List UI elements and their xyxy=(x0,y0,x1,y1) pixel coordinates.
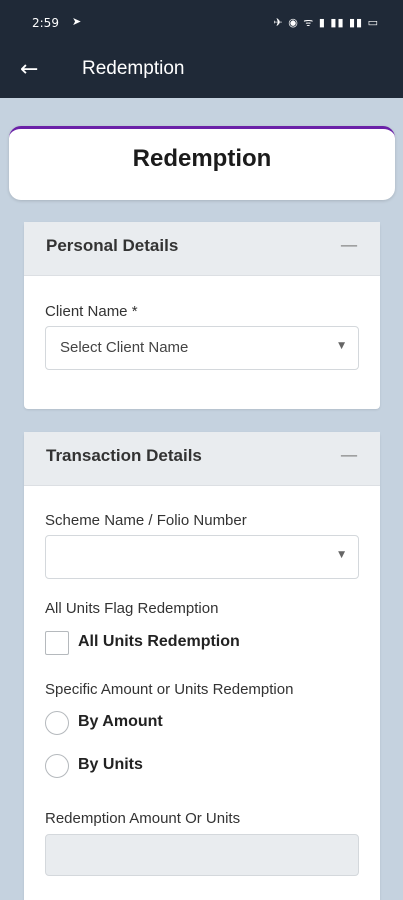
app-bar-title: Redemption xyxy=(82,58,185,79)
by-units-radio[interactable] xyxy=(45,754,69,778)
personal-details-card: Personal Details — Client Name * Select … xyxy=(24,222,380,409)
collapse-icon[interactable]: — xyxy=(340,445,358,466)
chevron-down-icon: ▼ xyxy=(338,550,345,560)
transaction-details-header[interactable]: Transaction Details — xyxy=(24,432,380,486)
by-amount-label[interactable]: By Amount xyxy=(78,713,163,731)
by-units-label[interactable]: By Units xyxy=(78,756,143,774)
page-title: Redemption xyxy=(132,145,272,172)
redemption-amount-input[interactable] xyxy=(45,834,359,876)
redemption-amount-label: Redemption Amount Or Units xyxy=(45,810,241,827)
all-units-checkbox[interactable] xyxy=(45,631,69,655)
collapse-icon[interactable]: — xyxy=(340,235,358,256)
status-icons: ✈ ◉ ᯤ ▮ ▮▮ ▮▮ ▭ xyxy=(273,16,379,29)
client-name-select-value: Select Client Name xyxy=(60,339,189,356)
specific-amount-units-label: Specific Amount or Units Redemption xyxy=(45,681,294,698)
all-units-checkbox-label[interactable]: All Units Redemption xyxy=(78,633,240,651)
personal-details-title: Personal Details xyxy=(46,236,179,255)
status-bar: 2:59 ➤ ✈ ◉ ᯤ ▮ ▮▮ ▮▮ ▭ xyxy=(0,0,403,44)
chevron-down-icon: ▼ xyxy=(338,341,345,351)
page-title-card: Redemption xyxy=(9,126,395,200)
scheme-folio-select[interactable]: ▼ xyxy=(45,535,359,579)
scheme-folio-label: Scheme Name / Folio Number xyxy=(45,512,247,529)
client-name-select[interactable]: Select Client Name ▼ xyxy=(45,326,359,370)
transaction-details-title: Transaction Details xyxy=(46,446,202,465)
client-name-label: Client Name * xyxy=(45,303,138,320)
all-units-flag-label: All Units Flag Redemption xyxy=(45,600,219,617)
transaction-details-card: Transaction Details — Scheme Name / Foli… xyxy=(24,432,380,900)
app-bar: ← Redemption xyxy=(0,44,403,98)
by-amount-radio[interactable] xyxy=(45,711,69,735)
telegram-icon: ➤ xyxy=(72,15,82,28)
status-time: 2:59 xyxy=(32,16,59,30)
personal-details-header[interactable]: Personal Details — xyxy=(24,222,380,276)
back-arrow-icon[interactable]: ← xyxy=(20,56,38,84)
